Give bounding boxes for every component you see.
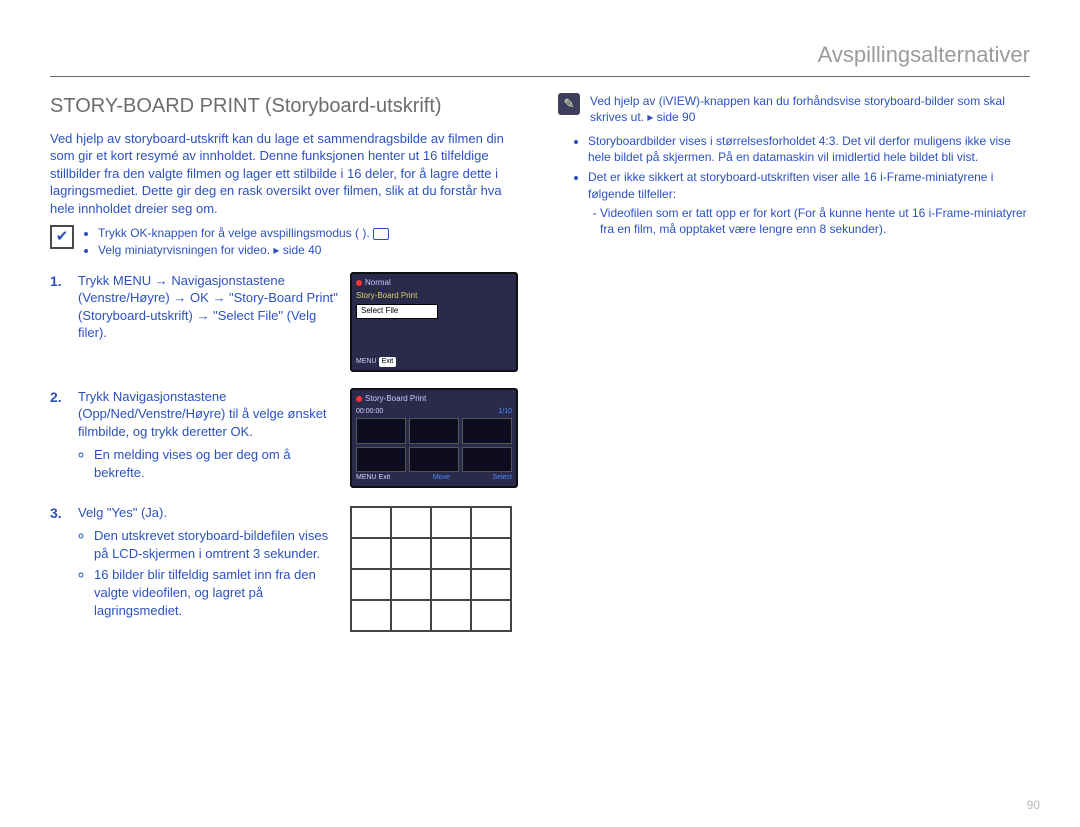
right-notes-list: Storyboardbilder vises i størrelsesforho… <box>558 133 1030 237</box>
step-text: Trykk Navigasjonstastene (Opp/Ned/Venstr… <box>78 388 338 488</box>
pre-note-item: Trykk OK-knappen for å velge avspillings… <box>98 225 389 241</box>
step-sub-bullet: 16 bilder blir tilfeldig samlet inn fra … <box>94 566 338 619</box>
right-sub-note-item: Videofilen som er tatt opp er for kort (… <box>600 205 1030 237</box>
checkbox-icon: ✔ <box>50 225 74 249</box>
page-header-title: Avspillingsalternativer <box>50 40 1030 77</box>
step-text: Velg "Yes" (Ja). Den utskrevet storyboar… <box>78 504 338 632</box>
prerequisite-note: ✔ Trykk OK-knappen for å velge avspillin… <box>50 225 528 257</box>
step-sub-bullet: Den utskrevet storyboard-bildefilen vise… <box>94 527 338 562</box>
right-note-item: Storyboardbilder vises i størrelsesforho… <box>588 133 1030 165</box>
step-number: 1. <box>50 272 66 372</box>
pre-note-item: Velg miniatyrvisningen for video. ▸ side… <box>98 242 389 258</box>
step-sub-bullet: En melding vises og ber deg om å bekreft… <box>94 446 338 481</box>
main-title: STORY-BOARD PRINT (Storyboard-utskrift) <box>50 93 528 120</box>
step-number: 3. <box>50 504 66 632</box>
storyboard-grid-output <box>350 506 512 632</box>
lcd-screenshot-2: Story-Board Print 00:00:00 1/10 MENU Exi… <box>350 388 518 488</box>
select-file-row: Select File <box>356 304 438 319</box>
intro-paragraph: Ved hjelp av storyboard-utskrift kan du … <box>50 130 528 218</box>
lcd-screenshot-1: Normal Story-Board Print Select File MEN… <box>350 272 518 372</box>
pencil-note: ✎ Ved hjelp av (iVIEW)-knappen kan du fo… <box>558 93 1030 125</box>
page-number: 90 <box>1027 797 1040 813</box>
step-number: 2. <box>50 388 66 488</box>
right-note-item: Det er ikke sikkert at storyboard-utskri… <box>588 169 1030 237</box>
mode-key-icon <box>373 228 389 240</box>
step-text: Trykk MENU → Navigasjonstastene (Venstre… <box>78 272 338 372</box>
pencil-icon: ✎ <box>558 93 580 115</box>
